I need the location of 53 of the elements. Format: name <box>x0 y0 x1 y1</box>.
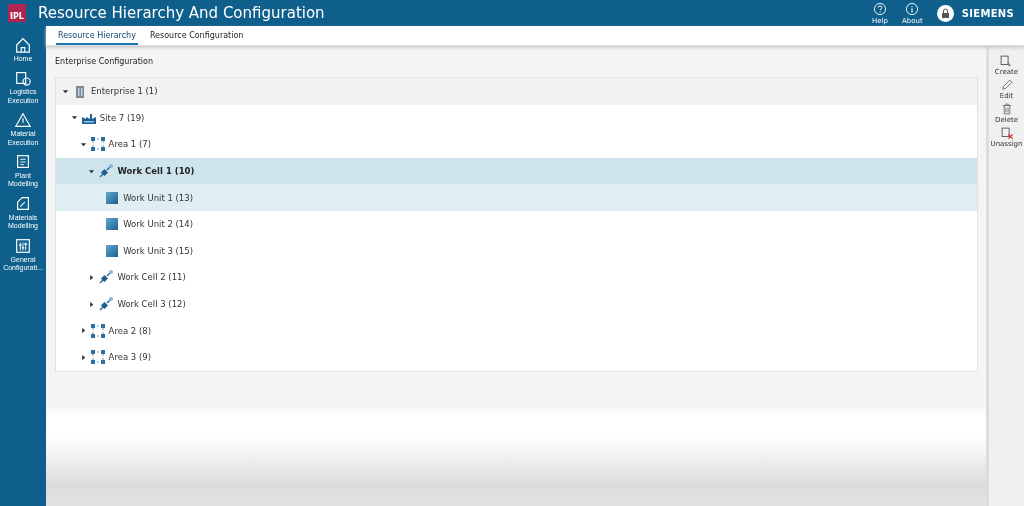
tab[interactable]: Resource Configuration <box>147 26 246 45</box>
home-icon <box>14 36 32 54</box>
tree-row[interactable]: Area 2 (8) <box>56 317 977 344</box>
app-logo: IPL <box>8 4 26 22</box>
edit-icon <box>999 78 1014 92</box>
expand-caret-icon[interactable] <box>88 167 96 175</box>
cell-icon <box>98 296 115 313</box>
node-label: Area 3 (9) <box>108 352 151 363</box>
tree-row[interactable]: Area 1 (7) <box>56 131 977 158</box>
node-label: Area 1 (7) <box>108 139 151 150</box>
tree-row[interactable]: Work Unit 2 (14) <box>56 210 977 238</box>
node-label: Site 7 (19) <box>99 112 145 123</box>
collapse-caret-icon[interactable] <box>88 300 96 308</box>
doc-icon <box>14 152 32 171</box>
unit-icon <box>104 216 121 233</box>
tree-row[interactable]: Work Cell 3 (12) <box>56 290 977 318</box>
expand-caret-icon[interactable] <box>62 87 69 95</box>
node-label: Work Cell 3 (12) <box>117 299 186 310</box>
sliders-icon <box>14 236 32 255</box>
node-label: Work Unit 2 (14) <box>123 219 193 230</box>
unassign-icon <box>999 126 1014 140</box>
collapse-caret-icon[interactable] <box>79 353 87 361</box>
info-icon <box>905 1 920 16</box>
area-icon <box>89 322 106 339</box>
node-label: Work Cell 2 (11) <box>117 272 186 283</box>
tree-row[interactable]: Work Unit 3 (15) <box>56 237 977 265</box>
node-label: Work Cell 1 (10) <box>117 166 195 177</box>
cell-icon <box>98 269 115 286</box>
tree-row[interactable]: Site 7 (19) <box>56 104 977 132</box>
collapse-caret-icon[interactable] <box>79 327 87 335</box>
expand-caret-icon[interactable] <box>79 141 87 148</box>
tree-row[interactable]: Work Unit 1 (13) <box>56 184 977 211</box>
tree-row[interactable]: Work Cell 1 (10) <box>56 157 977 185</box>
unit-icon <box>104 189 121 206</box>
cell-icon <box>98 163 115 180</box>
node-label: Enterprise 1 (1) <box>91 86 158 97</box>
area-icon <box>89 136 106 153</box>
warning-icon <box>14 111 32 130</box>
panel-title: Enterprise Configuration <box>55 56 154 68</box>
app-title: Resource Hierarchy And Configuration <box>38 4 326 22</box>
tree-row[interactable]: Area 3 (9) <box>56 343 977 371</box>
collapse-caret-icon[interactable] <box>88 273 96 281</box>
tree-row[interactable]: Work Cell 2 (11) <box>56 264 977 291</box>
user-avatar[interactable] <box>936 4 954 22</box>
node-label: Work Unit 1 (13) <box>123 192 193 203</box>
tree-row[interactable]: Enterprise 1 (1) <box>56 78 977 105</box>
node-label: Area 2 (8) <box>108 325 151 336</box>
expand-caret-icon[interactable] <box>70 114 78 122</box>
area-icon <box>89 349 106 366</box>
node-label: Work Unit 3 (15) <box>123 245 193 256</box>
brand-name: SIEMENS <box>961 7 1014 19</box>
help-icon <box>873 1 888 16</box>
unit-icon <box>104 242 121 259</box>
